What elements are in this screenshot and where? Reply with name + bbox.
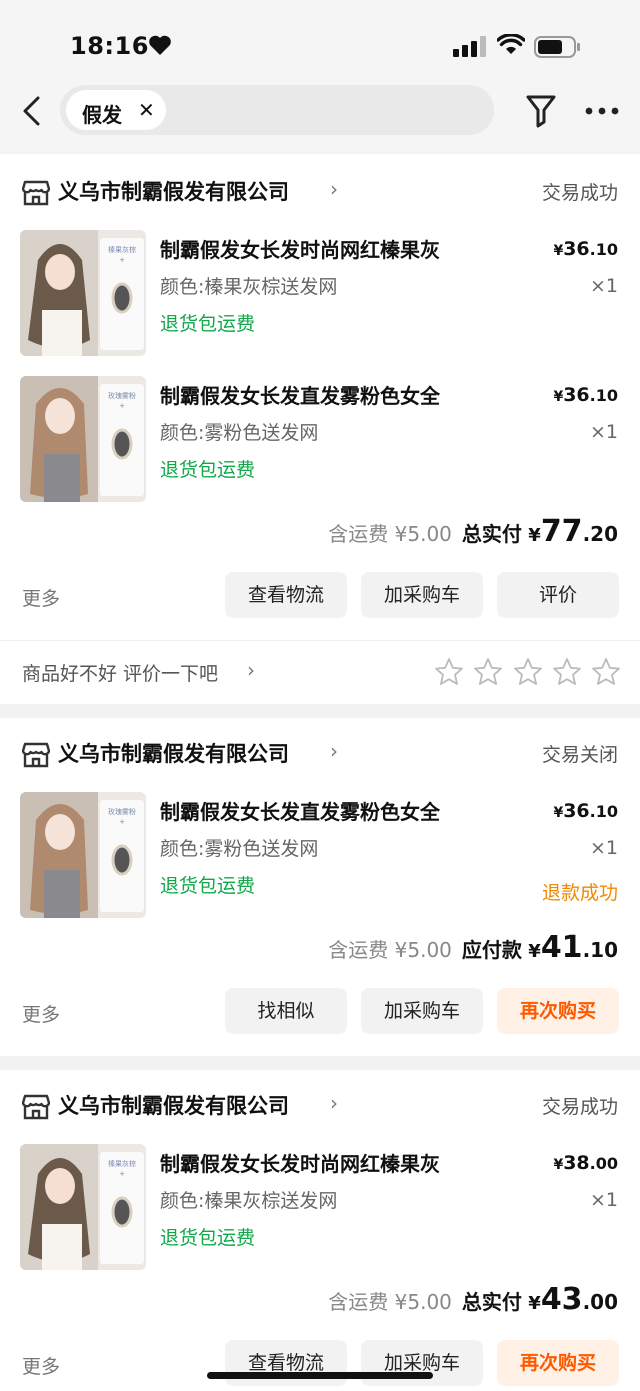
view-logistics-button[interactable]: 查看物流 bbox=[225, 1340, 347, 1386]
order-total: 含运费 ¥5.00 总实付 ¥77.20 bbox=[328, 514, 618, 549]
item-price: ¥38.00 bbox=[553, 1152, 618, 1174]
item-price: ¥36.10 bbox=[553, 800, 618, 822]
order-card: 义乌市制霸假发有限公司 › 交易成功 榛果灰棕 + 制霸假发女长发时尚网红榛果灰… bbox=[0, 1070, 640, 1391]
review-button[interactable]: 评价 bbox=[497, 572, 619, 618]
find-similar-button[interactable]: 找相似 bbox=[225, 988, 347, 1034]
refund-status: 退款成功 bbox=[541, 882, 618, 904]
heart-icon bbox=[149, 35, 171, 55]
shop-icon bbox=[22, 1094, 50, 1120]
svg-text:+: + bbox=[119, 818, 125, 826]
order-card: 义乌市制霸假发有限公司 › 交易成功 榛果灰棕 + 制霸假发女长发时尚网红榛果灰… bbox=[0, 154, 640, 704]
filter-icon[interactable] bbox=[525, 94, 557, 128]
status-time: 18:16 bbox=[70, 32, 149, 60]
chevron-right-icon[interactable]: › bbox=[330, 177, 338, 201]
product-sku: 颜色:雾粉色送发网 bbox=[160, 422, 319, 444]
item-quantity: ×1 bbox=[589, 275, 618, 297]
wig-photo-image: 榛果灰棕 + bbox=[20, 230, 146, 356]
product-thumbnail[interactable]: 榛果灰棕 + bbox=[20, 1144, 146, 1270]
wifi-icon bbox=[497, 34, 525, 54]
shop-name[interactable]: 义乌市制霸假发有限公司 bbox=[58, 176, 289, 206]
wig-photo-image: 玫瑰雾粉 + bbox=[20, 792, 146, 918]
product-title[interactable]: 制霸假发女长发直发雾粉色女全 bbox=[160, 380, 440, 409]
add-to-cart-button[interactable]: 加采购车 bbox=[361, 1340, 483, 1386]
chevron-right-icon[interactable]: › bbox=[330, 739, 338, 763]
product-title[interactable]: 制霸假发女长发直发雾粉色女全 bbox=[160, 796, 440, 825]
product-title[interactable]: 制霸假发女长发时尚网红榛果灰 bbox=[160, 234, 440, 263]
item-price: ¥36.10 bbox=[553, 384, 618, 406]
more-options-icon[interactable] bbox=[585, 107, 619, 115]
product-sku: 颜色:榛果灰棕送发网 bbox=[160, 276, 338, 298]
search-keyword: 假发 bbox=[82, 103, 122, 127]
view-logistics-button[interactable]: 查看物流 bbox=[225, 572, 347, 618]
star-rating-icon[interactable] bbox=[434, 657, 464, 687]
return-shipping-badge: 退货包运费 bbox=[160, 459, 256, 481]
svg-text:榛果灰棕: 榛果灰棕 bbox=[108, 1159, 136, 1168]
order-total: 含运费 ¥5.00 总实付 ¥43.00 bbox=[328, 1282, 618, 1317]
product-thumbnail[interactable]: 玫瑰雾粉 + bbox=[20, 792, 146, 918]
order-status: 交易关闭 bbox=[541, 744, 618, 766]
more-link[interactable]: 更多 bbox=[22, 1352, 60, 1379]
product-thumbnail[interactable]: 玫瑰雾粉 + bbox=[20, 376, 146, 502]
star-rating-icon[interactable] bbox=[513, 657, 543, 687]
order-card: 义乌市制霸假发有限公司 › 交易关闭 玫瑰雾粉 + 制霸假发女长发直发雾粉色女全… bbox=[0, 718, 640, 1056]
add-to-cart-button[interactable]: 加采购车 bbox=[361, 988, 483, 1034]
shop-name[interactable]: 义乌市制霸假发有限公司 bbox=[58, 738, 289, 768]
return-shipping-badge: 退货包运费 bbox=[160, 1227, 256, 1249]
chevron-right-icon[interactable]: › bbox=[247, 658, 255, 682]
wig-photo-image: 玫瑰雾粉 + bbox=[20, 376, 146, 502]
home-indicator[interactable] bbox=[207, 1372, 433, 1379]
item-price: ¥36.10 bbox=[553, 238, 618, 260]
svg-text:榛果灰棕: 榛果灰棕 bbox=[108, 245, 136, 254]
item-quantity: ×1 bbox=[589, 1189, 618, 1211]
clear-keyword-icon[interactable]: ✕ bbox=[138, 98, 155, 122]
shop-icon bbox=[22, 742, 50, 768]
signal-icon bbox=[453, 36, 486, 57]
star-rating-icon[interactable] bbox=[473, 657, 503, 687]
svg-text:玫瑰雾粉: 玫瑰雾粉 bbox=[108, 807, 136, 816]
product-thumbnail[interactable]: 榛果灰棕 + bbox=[20, 230, 146, 356]
order-total: 含运费 ¥5.00 应付款 ¥41.10 bbox=[328, 930, 618, 965]
svg-text:+: + bbox=[119, 1170, 125, 1178]
svg-text:+: + bbox=[119, 256, 125, 264]
add-to-cart-button[interactable]: 加采购车 bbox=[361, 572, 483, 618]
buy-again-button[interactable]: 再次购买 bbox=[497, 988, 619, 1034]
shop-icon bbox=[22, 180, 50, 206]
battery-icon bbox=[534, 36, 580, 58]
wig-photo-image: 榛果灰棕 + bbox=[20, 1144, 146, 1270]
order-status: 交易成功 bbox=[541, 1096, 618, 1118]
item-quantity: ×1 bbox=[589, 421, 618, 443]
svg-text:+: + bbox=[119, 402, 125, 410]
product-title[interactable]: 制霸假发女长发时尚网红榛果灰 bbox=[160, 1148, 440, 1177]
rate-prompt[interactable]: 商品好不好 评价一下吧 bbox=[22, 659, 218, 686]
buy-again-button[interactable]: 再次购买 bbox=[497, 1340, 619, 1386]
shop-name[interactable]: 义乌市制霸假发有限公司 bbox=[58, 1090, 289, 1120]
return-shipping-badge: 退货包运费 bbox=[160, 875, 256, 897]
return-shipping-badge: 退货包运费 bbox=[160, 313, 256, 335]
item-quantity: ×1 bbox=[589, 837, 618, 859]
star-rating-icon[interactable] bbox=[591, 657, 621, 687]
order-status: 交易成功 bbox=[541, 182, 618, 204]
more-link[interactable]: 更多 bbox=[22, 584, 60, 611]
star-rating-icon[interactable] bbox=[552, 657, 582, 687]
product-sku: 颜色:雾粉色送发网 bbox=[160, 838, 319, 860]
product-sku: 颜色:榛果灰棕送发网 bbox=[160, 1190, 338, 1212]
chevron-right-icon[interactable]: › bbox=[330, 1091, 338, 1115]
more-link[interactable]: 更多 bbox=[22, 1000, 60, 1027]
svg-text:玫瑰雾粉: 玫瑰雾粉 bbox=[108, 391, 136, 400]
divider bbox=[0, 640, 640, 641]
back-arrow-icon[interactable] bbox=[20, 96, 44, 126]
